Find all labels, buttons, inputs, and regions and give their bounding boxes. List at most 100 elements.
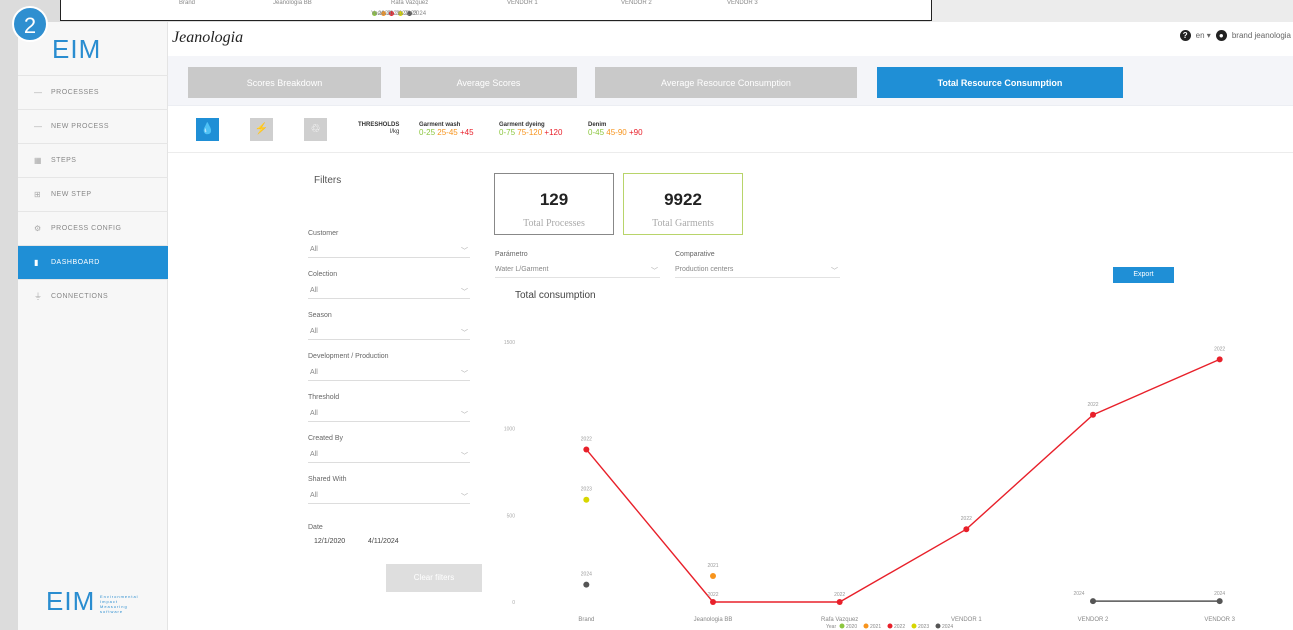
prev-legend-item: 2024 [412, 11, 427, 17]
clear-filters-button[interactable]: Clear filters [386, 564, 482, 592]
sidebar-item-label: DASHBOARD [51, 259, 100, 266]
step-badge: 2 [12, 6, 48, 42]
threshold-red: +45 [459, 128, 474, 137]
parameter-select[interactable]: Water L/Garment ﹀ [495, 266, 660, 278]
gear-icon: ⚙ [34, 224, 42, 233]
legend-label: 2024 [942, 624, 953, 630]
data-label: 2022 [707, 592, 718, 598]
thresholds-unit: l/kg [390, 129, 400, 135]
threshold-red: +120 [544, 128, 563, 137]
y-tick-label: 1500 [504, 340, 515, 346]
sidebar-item-process-config[interactable]: ⚙ PROCESS CONFIG [18, 211, 168, 245]
threshold-red: +90 [628, 128, 643, 137]
main-content: Jeanologia ? en ▾ ● brand jeanologia Sco… [168, 22, 1293, 630]
data-point-2022-3 [963, 526, 970, 533]
footer-logo-text: EIM [46, 586, 96, 616]
data-label: 2024 [581, 572, 592, 578]
tab-average-resource-consumption[interactable]: Average Resource Consumption [595, 67, 857, 98]
language-select[interactable]: en ▾ [1196, 31, 1211, 40]
filter-value: All [310, 410, 318, 417]
x-tick-label: Rafa Vazquez [821, 617, 858, 623]
user-name[interactable]: brand jeanologia [1232, 31, 1291, 40]
tab-total-resource-consumption[interactable]: Total Resource Consumption [877, 67, 1123, 98]
data-point-2023-0 [583, 496, 590, 503]
water-drops-icon[interactable]: 💧 [196, 118, 219, 141]
data-label: 2023 [581, 487, 592, 493]
sidebar-menu: — PROCESSES — NEW PROCESS ▦ STEPS ⊞ NEW STEP ⚙ PR… [18, 75, 168, 313]
sidebar-item-processes[interactable]: — PROCESSES [18, 75, 168, 109]
language-value: en [1195, 31, 1205, 40]
x-tick-label: VENDOR 1 [951, 617, 982, 623]
prev-label: Rafa Vazquez [391, 0, 429, 6]
chevron-down-icon: ﹀ [461, 248, 468, 255]
chart-title: Total consumption [515, 290, 596, 301]
filter-select[interactable]: All ﹀ [308, 369, 470, 381]
user-icon[interactable]: ● [1215, 30, 1227, 41]
filter-value: All [310, 287, 318, 294]
filter-select[interactable]: All ﹀ [308, 246, 470, 258]
kpi-garments-label: Total Garments [652, 218, 714, 229]
filter-select[interactable]: All ﹀ [308, 287, 470, 299]
parameter-label: Parámetro [495, 251, 528, 258]
data-point-2022-1 [710, 599, 716, 605]
threshold-orange: 75-120 [517, 128, 543, 137]
filter-label: Threshold [308, 394, 340, 401]
filter-select[interactable]: All ﹀ [308, 451, 470, 463]
dash-icon: — [34, 122, 43, 131]
data-label: 2022 [581, 436, 592, 442]
data-label: 2022 [1087, 402, 1098, 408]
chevron-down-icon: ﹀ [461, 371, 468, 378]
date-from-input[interactable]: 12/1/2020 [314, 538, 345, 545]
threshold-green: 0-25 [419, 128, 436, 137]
filter-label: Season [308, 312, 332, 319]
brand-logo: Jeanologia [172, 29, 244, 46]
data-point-2022-0 [583, 446, 590, 453]
tab-scores-breakdown[interactable]: Scores Breakdown [188, 67, 381, 98]
footer-tagline: Environmental Impact Measuring software [100, 594, 139, 614]
legend-title: Year [826, 624, 836, 630]
date-to-input[interactable]: 4/11/2024 [368, 538, 399, 545]
filters-title: Filters [314, 175, 342, 186]
energy-icon[interactable]: ⚡ [250, 118, 273, 141]
legend-marker-2020 [839, 623, 845, 629]
filter-select[interactable]: All ﹀ [308, 410, 470, 422]
threshold-orange: 25-45 [437, 128, 458, 137]
filter-label: Development / Production [308, 353, 389, 360]
threshold-green: 0-45 [588, 128, 605, 137]
legend-label: 2023 [918, 624, 929, 630]
previous-screenshot-strip: Brand Jeanologia BB Rafa Vazquez VENDOR … [60, 0, 932, 21]
comparative-label: Comparative [675, 251, 715, 258]
export-button[interactable]: Export [1113, 267, 1174, 283]
legend-label: 2021 [870, 624, 881, 630]
consumption-line-chart: 0 500 1000 1500 Brand Jeanologia BB Rafa Vazqu… [504, 340, 1236, 630]
filter-value: All [310, 369, 318, 376]
tab-average-scores[interactable]: Average Scores [400, 67, 577, 98]
chevron-down-icon: ﹀ [461, 494, 468, 501]
filter-value: All [310, 451, 318, 458]
sidebar-item-label: STEPS [51, 157, 77, 164]
y-tick-label: 0 [512, 600, 515, 606]
thresholds-title: THRESHOLDS l/kg [358, 122, 399, 136]
grid-icon: ▦ [34, 156, 43, 165]
sidebar-item-dashboard[interactable]: ▮ DASHBOARD [18, 245, 168, 279]
sidebar-item-steps[interactable]: ▦ STEPS [18, 143, 168, 177]
legend-label: 2020 [846, 624, 857, 630]
comparative-select[interactable]: Production centers ﹀ [675, 266, 840, 278]
sidebar-item-connections[interactable]: ⏚ CONNECTIONS [18, 279, 168, 313]
filter-select[interactable]: All ﹀ [308, 492, 470, 504]
kpi-processes-label: Total Processes [523, 218, 585, 229]
series-line-2022 [585, 358, 1220, 603]
bar-chart-icon: ▮ [34, 258, 39, 267]
data-label: 2022 [961, 516, 972, 522]
chevron-down-icon: ﹀ [461, 453, 468, 460]
sidebar-item-new-process[interactable]: — NEW PROCESS [18, 109, 168, 143]
filter-select[interactable]: All ﹀ [308, 328, 470, 340]
help-icon[interactable]: ? [1179, 30, 1191, 41]
data-label: 2021 [707, 563, 718, 569]
prev-label: Jeanologia BB [273, 0, 312, 6]
plug-icon: ⏚ [34, 292, 43, 301]
chemicals-icon[interactable]: ♲ [304, 118, 327, 141]
sidebar-item-new-step[interactable]: ⊞ NEW STEP [18, 177, 168, 211]
y-tick-label: 500 [507, 513, 516, 519]
legend-marker-2021 [863, 623, 869, 629]
